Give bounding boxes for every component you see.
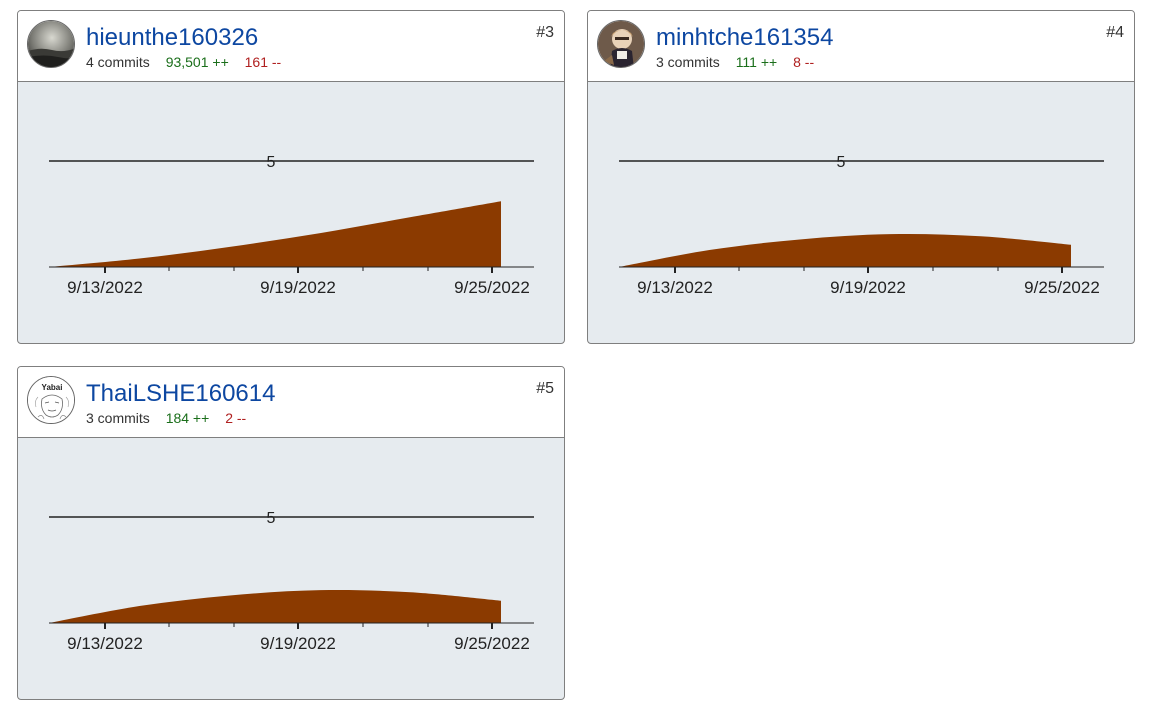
avatar[interactable]: Yabai [27,376,75,424]
deletions-count: 2 -- [225,410,247,426]
additions-count: 93,501 ++ [165,54,229,70]
commit-chart: 5 9/13/2022 9/19/2022 9/25/2022 [18,438,564,699]
contribution-stats: 3 commits 111 ++ 8 -- [656,54,826,70]
card-header: minhtche161354 3 commits 111 ++ 8 -- #4 [588,11,1134,82]
x-tick-label: 9/25/2022 [454,634,530,653]
x-tick-label: 9/13/2022 [67,278,143,297]
chart-svg: 5 9/13/2022 9/19/2022 9/25/2022 [49,154,534,297]
contributor-card: hieunthe160326 4 commits 93,501 ++ 161 -… [17,10,565,344]
reference-label: 5 [267,510,276,527]
avatar[interactable] [597,20,645,68]
contributor-card: Yabai ThaiLSHE160614 3 commits 184 ++ 2 … [17,366,565,700]
card-header: Yabai ThaiLSHE160614 3 commits 184 ++ 2 … [18,367,564,438]
reference-label: 5 [267,154,276,171]
avatar-text: Yabai [42,383,63,392]
commit-chart: 5 9/13/2022 9/19/2022 9/25/2022 [18,82,564,343]
deletions-count: 161 -- [244,54,282,70]
rank-label: #5 [536,380,554,397]
commit-count[interactable]: 4 commits [86,54,150,70]
username-link[interactable]: minhtche161354 [656,24,833,52]
chart-svg: 5 9/13/2022 9/19/2022 9/25/2022 [619,154,1104,297]
additions-count: 184 ++ [165,410,210,426]
avatar[interactable] [27,20,75,68]
commit-count[interactable]: 3 commits [656,54,720,70]
commit-chart: 5 9/13/2022 9/19/2022 9/25/2022 [588,82,1134,343]
contribution-stats: 4 commits 93,501 ++ 161 -- [86,54,293,70]
x-tick-label: 9/13/2022 [637,278,713,297]
x-tick-label: 9/25/2022 [454,278,530,297]
rank-label: #3 [536,24,554,41]
x-tick-label: 9/25/2022 [1024,278,1100,297]
contribution-stats: 3 commits 184 ++ 2 -- [86,410,258,426]
commit-area [49,201,501,267]
chart-svg: 5 9/13/2022 9/19/2022 9/25/2022 [49,510,534,653]
commit-area [49,589,501,623]
username-link[interactable]: ThaiLSHE160614 [86,380,275,408]
contributor-card: minhtche161354 3 commits 111 ++ 8 -- #4 … [587,10,1135,344]
x-tick-label: 9/13/2022 [67,634,143,653]
x-tick-label: 9/19/2022 [260,278,336,297]
additions-count: 111 ++ [735,54,778,70]
commit-area [619,233,1071,267]
deletions-count: 8 -- [793,54,815,70]
commit-count[interactable]: 3 commits [86,410,150,426]
rank-label: #4 [1106,24,1124,41]
x-tick-label: 9/19/2022 [260,634,336,653]
username-link[interactable]: hieunthe160326 [86,24,258,52]
card-header: hieunthe160326 4 commits 93,501 ++ 161 -… [18,11,564,82]
reference-label: 5 [837,154,846,171]
x-tick-label: 9/19/2022 [830,278,906,297]
